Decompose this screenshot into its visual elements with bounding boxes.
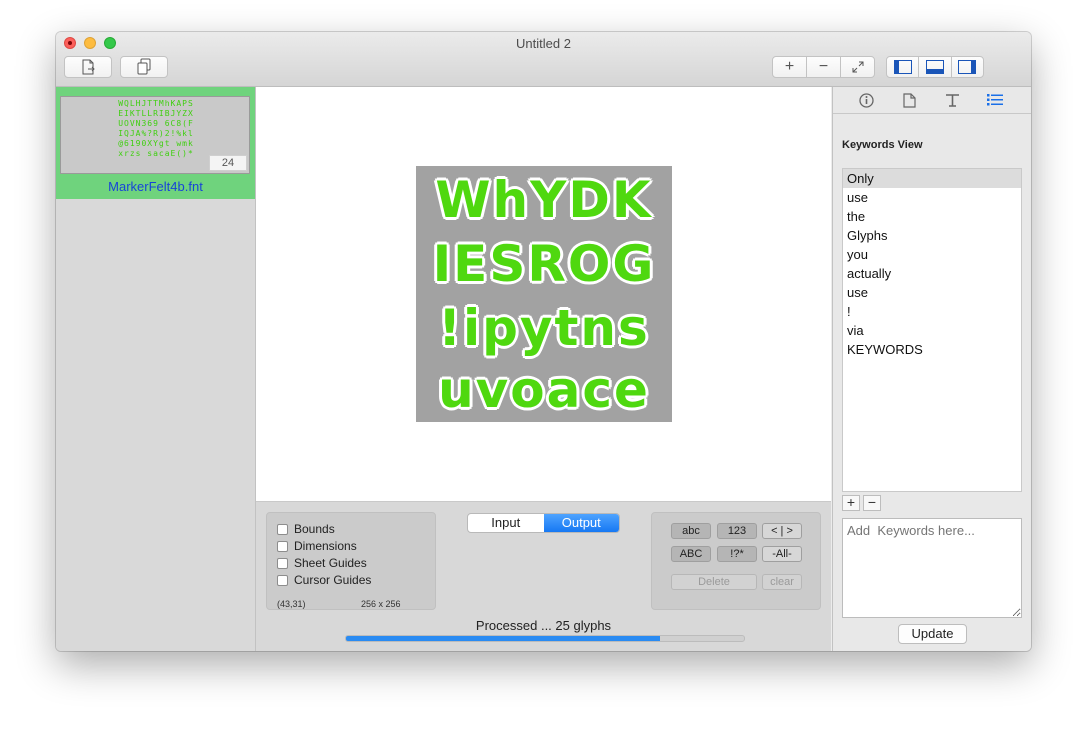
guides-group: Bounds Dimensions Sheet Guides Cursor Gu… [266,512,436,610]
document-tab[interactable] [901,92,917,108]
glyph-row: WhYDK [435,171,653,229]
text-tab[interactable] [944,92,960,108]
inspector-tabs [833,87,1031,114]
toggle-bottom-panel[interactable] [919,57,952,77]
font-list-item[interactable]: WQLHJTTMhKAPSEIKTLLRIBJYZXUOVN369 6C8(FI… [56,87,255,199]
copy-button[interactable] [120,56,168,78]
text-icon [945,93,959,107]
checkbox-box[interactable] [277,557,288,569]
status-text: Processed ... 25 glyphs [475,618,612,633]
left-panel-icon [893,60,912,74]
zoom-in-button[interactable]: + [773,57,807,77]
checkbox-label: Bounds [294,522,335,536]
input-mode-tab[interactable]: Input [468,514,544,532]
zoom-out-button[interactable]: − [807,57,841,77]
expand-arrows-icon [852,61,863,73]
thumbnail-preview: WQLHJTTMhKAPSEIKTLLRIBJYZXUOVN369 6C8(FI… [118,99,194,158]
new-document-button[interactable] [64,56,112,78]
keyword-input[interactable] [842,518,1022,618]
sheet-guides-checkbox[interactable]: Sheet Guides [277,556,367,570]
uppercase-filter-button[interactable]: ABC [671,546,711,562]
view-mode-control: Input Output [467,513,620,533]
all-filter-button[interactable]: -All- [762,546,802,562]
progress-fill [346,636,661,641]
list-item[interactable]: Glyphs [843,226,1021,245]
copy-icon [137,58,151,75]
list-item[interactable]: via [843,321,1021,340]
add-keyword-button[interactable]: + [842,495,860,511]
lowercase-filter-button[interactable]: abc [671,523,711,539]
keywords-tab[interactable] [987,92,1003,108]
checkbox-box[interactable] [277,540,288,552]
glyph-count-badge: 24 [209,155,247,171]
sheet-size: 256 x 256 [361,599,401,609]
toggle-right-panel[interactable] [952,57,983,77]
checkbox-label: Sheet Guides [294,556,367,570]
delete-button[interactable]: Delete [671,574,757,590]
bounds-checkbox[interactable]: Bounds [277,522,335,536]
clear-button[interactable]: clear [762,574,802,590]
list-item[interactable]: use [843,283,1021,302]
output-mode-tab[interactable]: Output [543,514,619,532]
window-title: Untitled 2 [516,36,571,51]
list-item[interactable]: ! [843,302,1021,321]
font-list-sidebar: WQLHJTTMhKAPSEIKTLLRIBJYZXUOVN369 6C8(FI… [56,87,256,651]
list-item[interactable]: you [843,245,1021,264]
checkbox-box[interactable] [277,574,288,586]
zoom-controls: + − [772,56,875,78]
list-item[interactable]: KEYWORDS [843,340,1021,359]
list-item[interactable]: Only [843,169,1021,188]
inspector-panel: Keywords View Only use the Glyphs you ac… [832,87,1031,651]
list-item[interactable]: the [843,207,1021,226]
checkbox-box[interactable] [277,523,288,535]
bottom-panel-icon [925,60,944,74]
digits-filter-button[interactable]: 123 [717,523,757,539]
font-file-name: MarkerFelt4b.fnt [108,179,203,194]
glyph-row: uvoace [438,361,650,419]
keyword-list[interactable]: Only use the Glyphs you actually use ! v… [842,168,1022,492]
inspector-title: Keywords View [842,139,923,151]
fit-button[interactable] [841,57,874,77]
progress-bar [345,635,745,642]
list-item[interactable]: actually [843,264,1021,283]
glyph-row: IESROG [432,235,656,293]
symbols-filter-button[interactable]: !?* [717,546,757,562]
toggle-left-panel[interactable] [887,57,920,77]
glyph-sheet: WhYDK IESROG !ipytns uvoace [416,166,672,422]
cursor-coordinates: (43,31) [277,599,306,609]
glyph-row: !ipytns [438,299,650,357]
dimensions-checkbox[interactable]: Dimensions [277,539,357,553]
glyph-canvas[interactable]: WhYDK IESROG !ipytns uvoace [256,87,831,502]
info-tab[interactable] [858,92,874,108]
font-thumbnail: WQLHJTTMhKAPSEIKTLLRIBJYZXUOVN369 6C8(FI… [60,96,250,174]
panel-toggles [886,56,984,78]
bottom-panel: Bounds Dimensions Sheet Guides Cursor Gu… [256,502,831,651]
list-item[interactable]: use [843,188,1021,207]
list-icon [987,94,1003,106]
remove-keyword-button[interactable]: − [863,495,881,511]
new-document-icon [82,59,95,75]
checkbox-label: Dimensions [294,539,357,553]
right-panel-icon [958,60,977,74]
title-bar: Untitled 2 + − [56,32,1031,87]
glyph-filter-group: abc 123 < | > ABC !?* -All- Delete clear [651,512,821,610]
update-button[interactable]: Update [898,624,967,644]
info-icon [858,92,874,108]
cursor-guides-checkbox[interactable]: Cursor Guides [277,573,371,587]
app-window: Untitled 2 + − WQLHJTTMhKAPSEIKTLLRIBJYZ… [56,32,1031,651]
checkbox-label: Cursor Guides [294,573,372,587]
document-icon [902,92,916,108]
brackets-filter-button[interactable]: < | > [762,523,802,539]
